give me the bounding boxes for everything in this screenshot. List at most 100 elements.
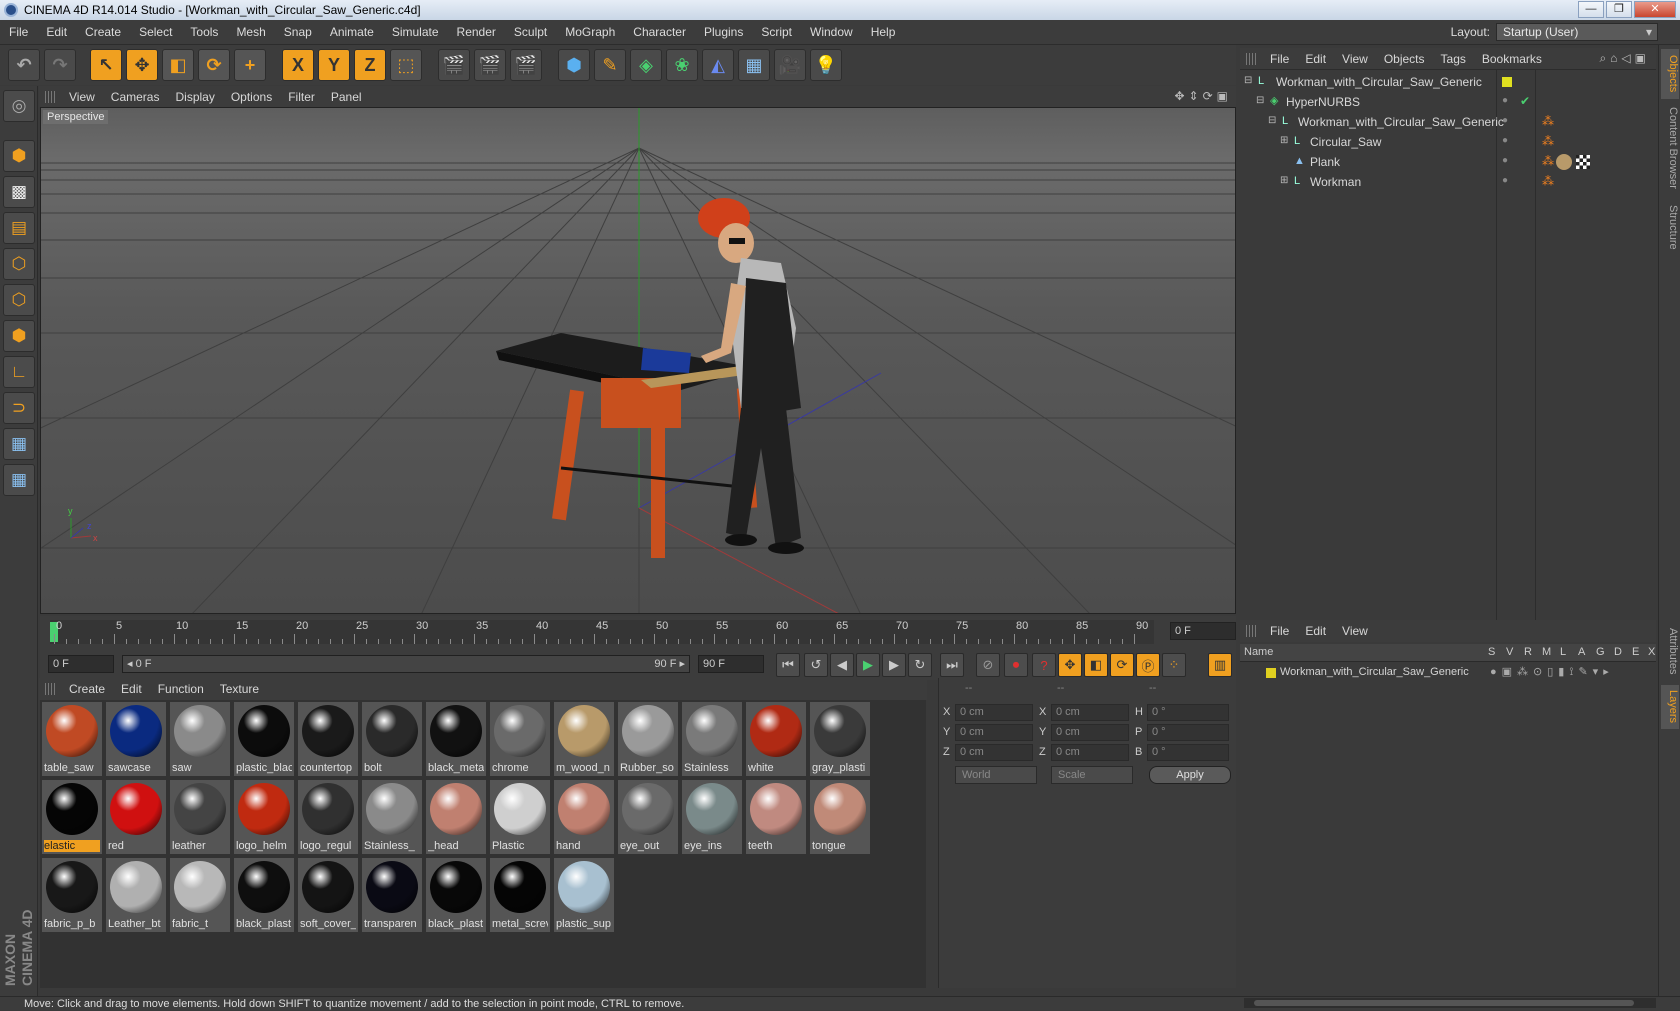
position-y-field[interactable]: 0 cm	[955, 724, 1033, 741]
key-position-button[interactable]: ✥	[1058, 653, 1082, 677]
tab-structure[interactable]: Structure	[1661, 197, 1679, 257]
material-swatch[interactable]: Rubber_so	[618, 702, 678, 776]
tree-row-plank[interactable]: ▲ Plank ● ⁂	[1240, 152, 1656, 172]
material-swatch[interactable]: table_saw	[42, 702, 102, 776]
size-z-field[interactable]: 0 cm	[1051, 744, 1129, 761]
objects-menu-file[interactable]: File	[1262, 52, 1297, 66]
tab-attributes[interactable]: Attributes	[1661, 621, 1679, 681]
col-render[interactable]: R	[1524, 646, 1532, 658]
menu-tools[interactable]: Tools	[181, 25, 227, 39]
objects-search-home-icons[interactable]: ⌕⌂◁▣	[1599, 51, 1650, 66]
visibility-dots[interactable]: ●	[1502, 175, 1508, 186]
add-nurbs-button[interactable]: ◈	[630, 49, 662, 81]
rotation-p-field[interactable]: 0 °	[1147, 724, 1229, 741]
objects-menu-bookmarks[interactable]: Bookmarks	[1474, 52, 1550, 66]
y-axis-lock-button[interactable]: Y	[318, 49, 350, 81]
material-swatch[interactable]: black_meta	[426, 702, 486, 776]
rotation-b-field[interactable]: 0 °	[1147, 744, 1229, 761]
visibility-dots[interactable]: ●	[1502, 115, 1508, 126]
menu-window[interactable]: Window	[801, 25, 862, 39]
menu-mograph[interactable]: MoGraph	[556, 25, 624, 39]
previous-key-button[interactable]: ↺	[804, 653, 828, 677]
material-swatch[interactable]: Leather_bt	[106, 858, 166, 932]
record-keyframe-button[interactable]: ⊘	[976, 653, 1000, 677]
material-swatch[interactable]: sawcase	[106, 702, 166, 776]
material-swatch[interactable]: eye_out	[618, 780, 678, 854]
material-swatch[interactable]: elastic	[42, 780, 102, 854]
material-swatch[interactable]: transparen	[362, 858, 422, 932]
collapse-icon[interactable]: ⊟	[1268, 115, 1276, 126]
apply-button[interactable]: Apply	[1149, 766, 1231, 784]
col-deformers[interactable]: D	[1614, 646, 1622, 658]
material-swatch[interactable]: saw	[170, 702, 230, 776]
objects-menu-objects[interactable]: Objects	[1376, 52, 1433, 66]
panel-grip-icon[interactable]	[45, 90, 57, 103]
material-menu-function[interactable]: Function	[150, 682, 212, 696]
material-menu-texture[interactable]: Texture	[212, 682, 267, 696]
material-swatch[interactable]: Plastic	[490, 780, 550, 854]
render-settings-button[interactable]: 🎬	[510, 49, 542, 81]
timeline-window-button[interactable]: ▥	[1208, 653, 1232, 677]
material-swatch[interactable]: logo_helm	[234, 780, 294, 854]
tag-icon[interactable]: ⁂	[1542, 114, 1554, 128]
model-mode-button[interactable]: ⬢	[3, 140, 35, 172]
viewport-menu-display[interactable]: Display	[167, 90, 222, 104]
recent-tool-button[interactable]: +	[234, 49, 266, 81]
enabled-check-icon[interactable]: ✔	[1520, 94, 1530, 108]
tree-row-hypernurbs[interactable]: ⊟ ◈ HyperNURBS ● ✔	[1240, 92, 1656, 112]
menu-character[interactable]: Character	[624, 25, 695, 39]
material-menu-create[interactable]: Create	[61, 682, 113, 696]
render-view-button[interactable]: 🎬	[438, 49, 470, 81]
rotate-tool-button[interactable]: ⟳	[198, 49, 230, 81]
material-swatch[interactable]: black_plast	[234, 858, 294, 932]
material-swatch[interactable]: soft_cover_	[298, 858, 358, 932]
material-swatch[interactable]: chrome	[490, 702, 550, 776]
col-name[interactable]: Name	[1244, 646, 1273, 658]
menu-sculpt[interactable]: Sculpt	[505, 25, 556, 39]
size-x-field[interactable]: 0 cm	[1051, 704, 1129, 721]
menu-select[interactable]: Select	[130, 25, 181, 39]
next-frame-button[interactable]: ▶	[882, 653, 906, 677]
tag-icon[interactable]: ⁂	[1542, 134, 1554, 148]
material-swatch[interactable]: Stainless_	[362, 780, 422, 854]
keyframe-selection-button[interactable]: ?	[1032, 653, 1056, 677]
material-swatch[interactable]: fabric_p_b	[42, 858, 102, 932]
add-camera-button[interactable]: 🎥	[774, 49, 806, 81]
viewport-menu-options[interactable]: Options	[223, 90, 280, 104]
key-rotation-button[interactable]: ⟳	[1110, 653, 1134, 677]
col-xref[interactable]: X	[1648, 646, 1655, 658]
layer-color-swatch[interactable]	[1502, 77, 1512, 87]
add-array-button[interactable]: ❀	[666, 49, 698, 81]
rotation-h-field[interactable]: 0 °	[1147, 704, 1229, 721]
panel-grip-icon[interactable]	[45, 683, 57, 695]
goto-start-button[interactable]: ⏮	[776, 653, 800, 677]
menu-mesh[interactable]: Mesh	[227, 25, 274, 39]
coordinate-system-button[interactable]: ⬚	[390, 49, 422, 81]
position-z-field[interactable]: 0 cm	[955, 744, 1033, 761]
viewport-menu-panel[interactable]: Panel	[323, 90, 370, 104]
layer-toggle-icons[interactable]: ●▣⁂⊙▯▮⟟✎▾▸	[1490, 665, 1614, 679]
layer-color-swatch[interactable]	[1266, 668, 1276, 678]
material-swatch[interactable]: Stainless	[682, 702, 742, 776]
collapse-icon[interactable]: ⊟	[1244, 75, 1252, 86]
tweak-mode-button[interactable]: ⊃	[3, 392, 35, 424]
material-swatch[interactable]: red	[106, 780, 166, 854]
make-editable-button[interactable]: ◎	[3, 90, 35, 122]
menu-edit[interactable]: Edit	[37, 25, 76, 39]
points-mode-button[interactable]: ⬡	[3, 248, 35, 280]
menu-help[interactable]: Help	[862, 25, 905, 39]
redo-button[interactable]: ↷	[44, 49, 76, 81]
material-swatch[interactable]: white	[746, 702, 806, 776]
move-tool-button[interactable]: ✥	[126, 49, 158, 81]
col-view[interactable]: V	[1506, 646, 1513, 658]
viewport-menu-filter[interactable]: Filter	[280, 90, 323, 104]
next-key-button[interactable]: ↻	[908, 653, 932, 677]
position-x-field[interactable]: 0 cm	[955, 704, 1033, 721]
material-swatch[interactable]: leather	[170, 780, 230, 854]
workplane-lock-button[interactable]: ▦	[3, 464, 35, 496]
add-spline-button[interactable]: ✎	[594, 49, 626, 81]
x-axis-lock-button[interactable]: X	[282, 49, 314, 81]
tree-row-circular-saw[interactable]: ⊞ L Circular_Saw ● ⁂	[1240, 132, 1656, 152]
texture-tag-icon[interactable]	[1576, 155, 1590, 169]
key-parameter-button[interactable]: Ⓟ	[1136, 653, 1160, 677]
